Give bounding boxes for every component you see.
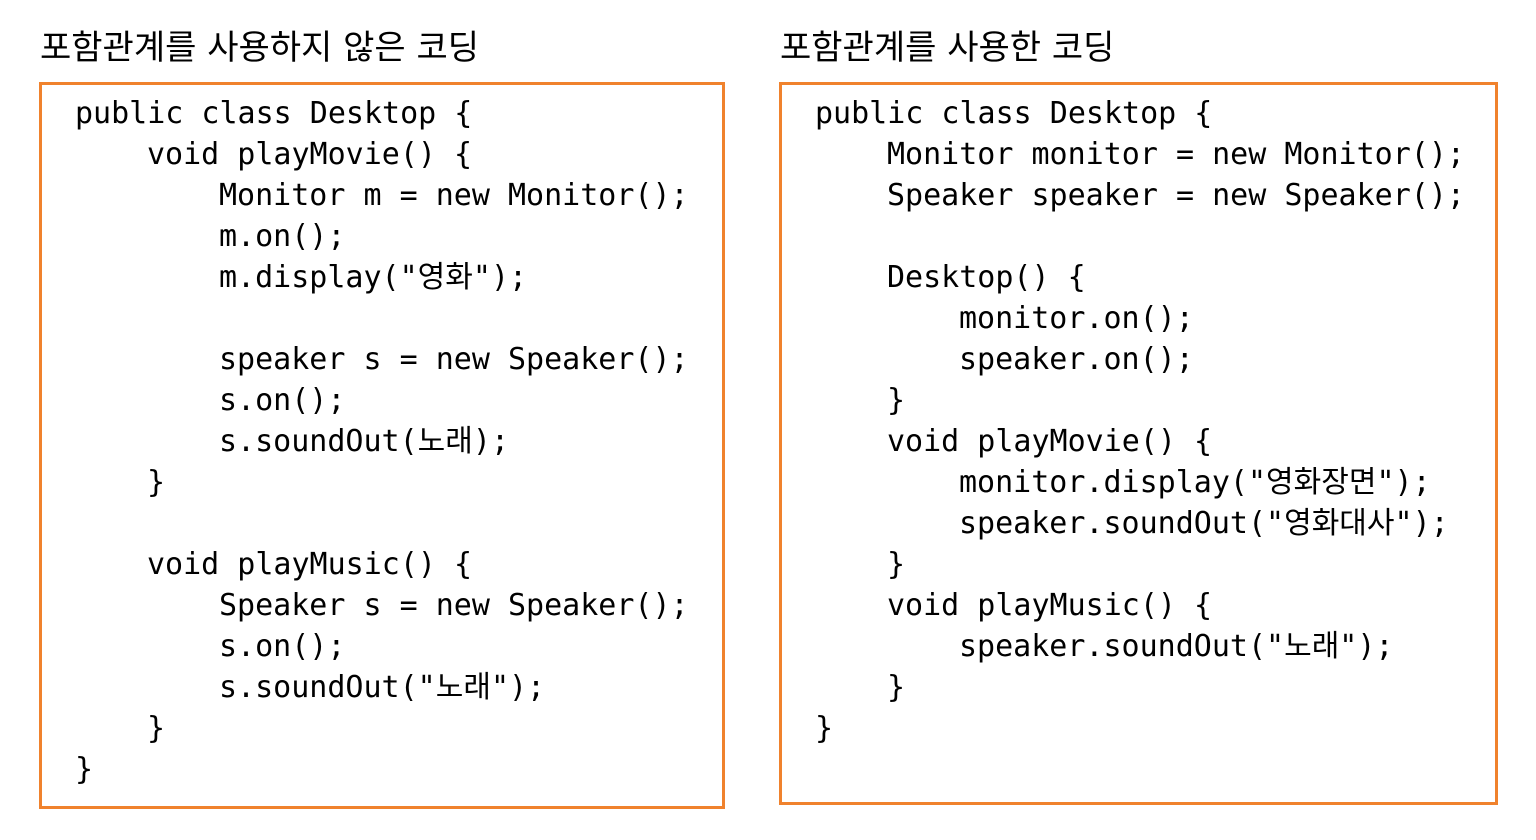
code-line: } (815, 711, 834, 746)
code-line: speaker.on(); (959, 342, 1194, 377)
code-line: monitor.display("영화장면"); (959, 465, 1431, 500)
code-line: void playMusic() { (887, 588, 1213, 623)
right-code-block: public class Desktop { Monitor monitor = … (815, 93, 1465, 749)
code-line: speaker s = new Speaker(); (219, 342, 689, 377)
code-line: s.on(); (219, 629, 346, 664)
code-line: speaker.soundOut("영화대사"); (959, 506, 1449, 541)
code-line: void playMovie() { (887, 424, 1213, 459)
code-line: monitor.on(); (959, 301, 1194, 336)
right-code-box: public class Desktop { Monitor monitor = … (779, 82, 1498, 805)
code-line: s.soundOut("노래"); (219, 670, 546, 705)
code-line: } (887, 383, 906, 418)
code-line: public class Desktop { (75, 96, 473, 131)
code-line: void playMovie() { (147, 137, 473, 172)
code-line: m.on(); (219, 219, 346, 254)
left-code-block: public class Desktop { void playMovie() {… (75, 93, 689, 790)
right-panel-title: 포함관계를 사용한 코딩 (780, 28, 1115, 68)
code-line: s.on(); (219, 383, 346, 418)
code-line: Speaker s = new Speaker(); (219, 588, 689, 623)
code-line: } (147, 711, 166, 746)
code-line: m.display("영화"); (219, 260, 528, 295)
code-line: void playMusic() { (147, 547, 473, 582)
code-line: } (887, 670, 906, 705)
code-line: Speaker speaker = new Speaker(); (887, 178, 1465, 213)
code-line: public class Desktop { (815, 96, 1213, 131)
left-code-box: public class Desktop { void playMovie() {… (39, 82, 725, 809)
code-line: } (75, 752, 94, 787)
code-line: } (887, 547, 906, 582)
code-line: Desktop() { (887, 260, 1086, 295)
code-line: } (147, 465, 166, 500)
code-line: speaker.soundOut("노래"); (959, 629, 1394, 664)
code-line: Monitor m = new Monitor(); (219, 178, 689, 213)
left-panel-title: 포함관계를 사용하지 않은 코딩 (40, 28, 480, 68)
code-line: s.soundOut(노래); (219, 424, 509, 459)
code-line: Monitor monitor = new Monitor(); (887, 137, 1465, 172)
